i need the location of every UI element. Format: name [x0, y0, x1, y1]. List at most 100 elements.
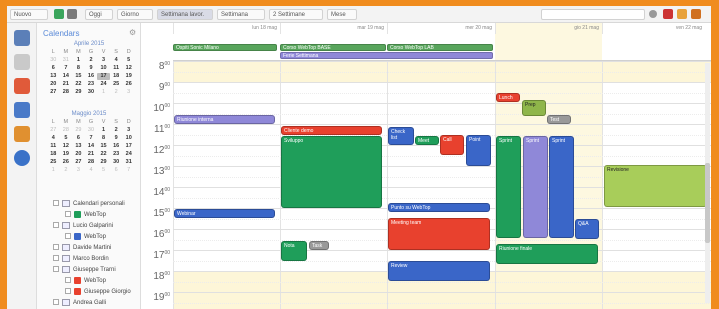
mini-calendar-day[interactable]: 13: [72, 143, 85, 150]
mini-calendar-day[interactable]: 2: [85, 57, 98, 64]
mini-calendar-day[interactable]: 23: [85, 81, 98, 88]
day-header[interactable]: lun 18 mag: [173, 23, 280, 34]
month-title-may[interactable]: Maggio 2015: [37, 111, 141, 117]
checkbox[interactable]: [53, 244, 59, 251]
mini-calendar-day[interactable]: 26: [122, 81, 135, 88]
mini-calendar-day[interactable]: 21: [85, 151, 98, 158]
calendar-event[interactable]: Review: [388, 261, 490, 281]
mini-calendar-day[interactable]: 22: [72, 81, 85, 88]
calendar-event[interactable]: Q&A: [575, 219, 599, 239]
alerts-icon[interactable]: [677, 9, 687, 19]
mini-calendar-day[interactable]: 2: [110, 89, 123, 96]
mini-calendar-day[interactable]: 29: [72, 89, 85, 96]
mini-calendar-day[interactable]: 8: [72, 65, 85, 72]
calendar-list-item[interactable]: Calendari personali: [53, 199, 125, 209]
mini-calendar-april[interactable]: L M M G V S D 30 31 1 2 3 4 5 6 7 8 9 10 11 12 13 14 15 16 17 18 19…: [47, 49, 135, 96]
calendar-event[interactable]: Riunione interna: [174, 115, 275, 124]
mini-calendar-day[interactable]: 27: [72, 159, 85, 166]
workweek-view-button[interactable]: Settimana lavor.: [157, 9, 213, 20]
mini-calendar-day[interactable]: 10: [122, 135, 135, 142]
mini-calendar-day[interactable]: 27: [47, 127, 60, 134]
mini-calendar-day[interactable]: 19: [122, 73, 135, 80]
mini-calendar-day[interactable]: 5: [122, 57, 135, 64]
mini-calendar-day[interactable]: 15: [97, 143, 110, 150]
mini-calendar-day[interactable]: 20: [72, 151, 85, 158]
calendar-event[interactable]: Cliente demo: [281, 126, 382, 135]
calendar-event[interactable]: Meet: [415, 136, 439, 145]
calendar-event[interactable]: Revisione: [604, 165, 707, 207]
cloud-icon[interactable]: [14, 150, 30, 166]
mini-calendar-day[interactable]: 1: [72, 57, 85, 64]
mini-calendar-day[interactable]: 11: [47, 143, 60, 150]
calendar-event[interactable]: Webinar: [174, 209, 275, 218]
mini-calendar-day[interactable]: 30: [110, 159, 123, 166]
mini-calendar-day[interactable]: 27: [47, 89, 60, 96]
mini-calendar-day[interactable]: 3: [97, 57, 110, 64]
mini-calendar-day[interactable]: 17: [122, 143, 135, 150]
mini-calendar-day[interactable]: 1: [97, 89, 110, 96]
mini-calendar-day[interactable]: 8: [97, 135, 110, 142]
calendar-event[interactable]: Point: [466, 135, 491, 166]
checkbox[interactable]: [65, 288, 71, 295]
mini-calendar-day[interactable]: 24: [122, 151, 135, 158]
mini-calendar-day[interactable]: 6: [110, 167, 123, 174]
mini-calendar-day[interactable]: 30: [85, 127, 98, 134]
mini-calendar-day[interactable]: 14: [60, 73, 73, 80]
notifications-icon[interactable]: [663, 9, 673, 19]
calendar-list-item[interactable]: Giuseppe Trarni: [53, 265, 116, 275]
mini-calendar-day[interactable]: 4: [47, 135, 60, 142]
calendar-event[interactable]: Call: [440, 135, 464, 155]
calendar-event[interactable]: Test: [547, 115, 571, 124]
mini-calendar-day[interactable]: 28: [60, 127, 73, 134]
new-button[interactable]: Nuovo: [10, 9, 48, 20]
checkbox[interactable]: [53, 299, 59, 306]
mini-calendar-day[interactable]: 21: [60, 81, 73, 88]
mini-calendar-day[interactable]: 26: [60, 159, 73, 166]
mini-calendar-day[interactable]: 9: [85, 65, 98, 72]
today-button[interactable]: Oggi: [85, 9, 113, 20]
mini-calendar-day[interactable]: 13: [47, 73, 60, 80]
search-icon[interactable]: [649, 10, 657, 18]
mini-calendar-day[interactable]: 11: [110, 65, 123, 72]
mini-calendar-day[interactable]: 25: [110, 81, 123, 88]
tasks-icon[interactable]: [14, 126, 30, 142]
home-icon[interactable]: [14, 30, 30, 46]
gear-icon[interactable]: ⚙: [129, 28, 136, 37]
mini-calendar-day[interactable]: 24: [97, 81, 110, 88]
checkbox[interactable]: [65, 211, 71, 218]
mail-icon[interactable]: [14, 54, 30, 70]
mini-calendar-day[interactable]: 30: [85, 89, 98, 96]
mini-calendar-day[interactable]: 23: [110, 151, 123, 158]
calendar-icon[interactable]: [14, 78, 30, 94]
calendar-event[interactable]: Prep: [522, 100, 546, 116]
mini-calendar-day[interactable]: 16: [85, 73, 98, 80]
calendar-list-item[interactable]: WebTop: [65, 232, 106, 242]
contacts-icon[interactable]: [14, 102, 30, 118]
calendar-event[interactable]: Nota: [281, 241, 307, 261]
mini-calendar-day[interactable]: 9: [110, 135, 123, 142]
checkbox[interactable]: [53, 200, 59, 207]
refresh-icon[interactable]: [54, 9, 64, 19]
calendar-event[interactable]: Punto su WebTop: [388, 203, 490, 212]
mini-calendar-day[interactable]: 12: [60, 143, 73, 150]
checkbox[interactable]: [65, 277, 71, 284]
calendar-list-item[interactable]: Marco Bordin: [53, 254, 109, 264]
mini-calendar-day[interactable]: 18: [110, 73, 123, 80]
calendar-list-item[interactable]: Giuseppe Giorgio: [65, 287, 131, 297]
calendar-event[interactable]: Sprint: [549, 136, 574, 238]
all-day-event[interactable]: Corso WebTop BASE: [280, 44, 386, 51]
calendar-list-item[interactable]: WebTop: [65, 276, 106, 286]
calendar-list-item[interactable]: WebTop: [65, 210, 106, 220]
mini-calendar-day[interactable]: 12: [122, 65, 135, 72]
mini-calendar-day[interactable]: 29: [97, 159, 110, 166]
calendar-event[interactable]: Sprint: [523, 136, 548, 238]
mini-calendar-day[interactable]: 6: [72, 135, 85, 142]
calendar-event[interactable]: Task: [309, 241, 329, 250]
mini-calendar-day[interactable]: 4: [85, 167, 98, 174]
mini-calendar-day[interactable]: 1: [47, 167, 60, 174]
calendar-list-item[interactable]: Andrea Galli: [53, 298, 106, 308]
calendar-event[interactable]: Lunch: [496, 93, 520, 102]
calendar-event[interactable]: Riunione finale: [496, 244, 598, 264]
mini-calendar-day[interactable]: 25: [47, 159, 60, 166]
checkbox[interactable]: [53, 266, 59, 273]
